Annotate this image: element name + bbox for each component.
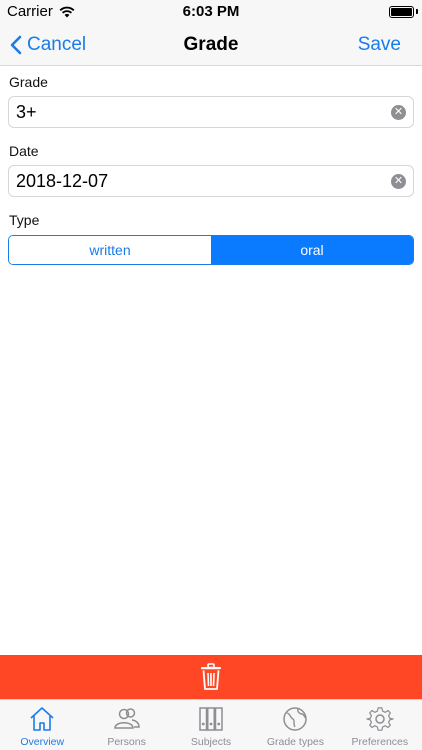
tab-label: Grade types — [266, 736, 325, 748]
tab-label: Persons — [107, 736, 146, 748]
segment-written[interactable]: written — [9, 236, 211, 264]
tab-grade-types[interactable]: Grade types — [253, 700, 337, 750]
date-field: ✕ — [8, 165, 414, 197]
binders-icon — [199, 707, 223, 731]
status-time: 6:03 PM — [182, 3, 240, 20]
globe-icon — [283, 707, 308, 731]
tab-persons[interactable]: Persons — [84, 700, 168, 750]
clear-icon[interactable]: ✕ — [391, 174, 406, 189]
tab-preferences[interactable]: Preferences — [338, 700, 422, 750]
type-label: Type — [9, 212, 40, 228]
clear-icon[interactable]: ✕ — [391, 105, 406, 120]
tab-overview[interactable]: Overview — [0, 700, 84, 750]
save-button[interactable]: Save — [358, 34, 401, 56]
status-bar: Carrier 6:03 PM — [0, 0, 422, 24]
tab-bar: Overview Persons Subjects Grade types Pr… — [0, 699, 422, 750]
tab-label: Subjects — [190, 736, 232, 748]
persons-icon — [113, 708, 140, 729]
grade-input[interactable] — [9, 97, 369, 127]
date-input[interactable] — [9, 166, 369, 196]
tab-label: Preferences — [351, 736, 409, 748]
grade-field: ✕ — [8, 96, 414, 128]
segment-oral[interactable]: oral — [211, 236, 413, 264]
battery-cap — [416, 9, 418, 14]
trash-icon — [201, 663, 221, 690]
tab-subjects[interactable]: Subjects — [169, 700, 253, 750]
house-icon — [30, 707, 54, 731]
navigation-bar: Cancel Grade Save — [0, 24, 422, 66]
gear-icon — [366, 707, 394, 731]
delete-button[interactable] — [0, 655, 422, 699]
date-label: Date — [9, 143, 39, 159]
type-segmented-control: written oral — [8, 235, 414, 265]
grade-label: Grade — [9, 74, 48, 90]
tab-label: Overview — [20, 736, 65, 748]
battery-icon — [389, 6, 414, 18]
